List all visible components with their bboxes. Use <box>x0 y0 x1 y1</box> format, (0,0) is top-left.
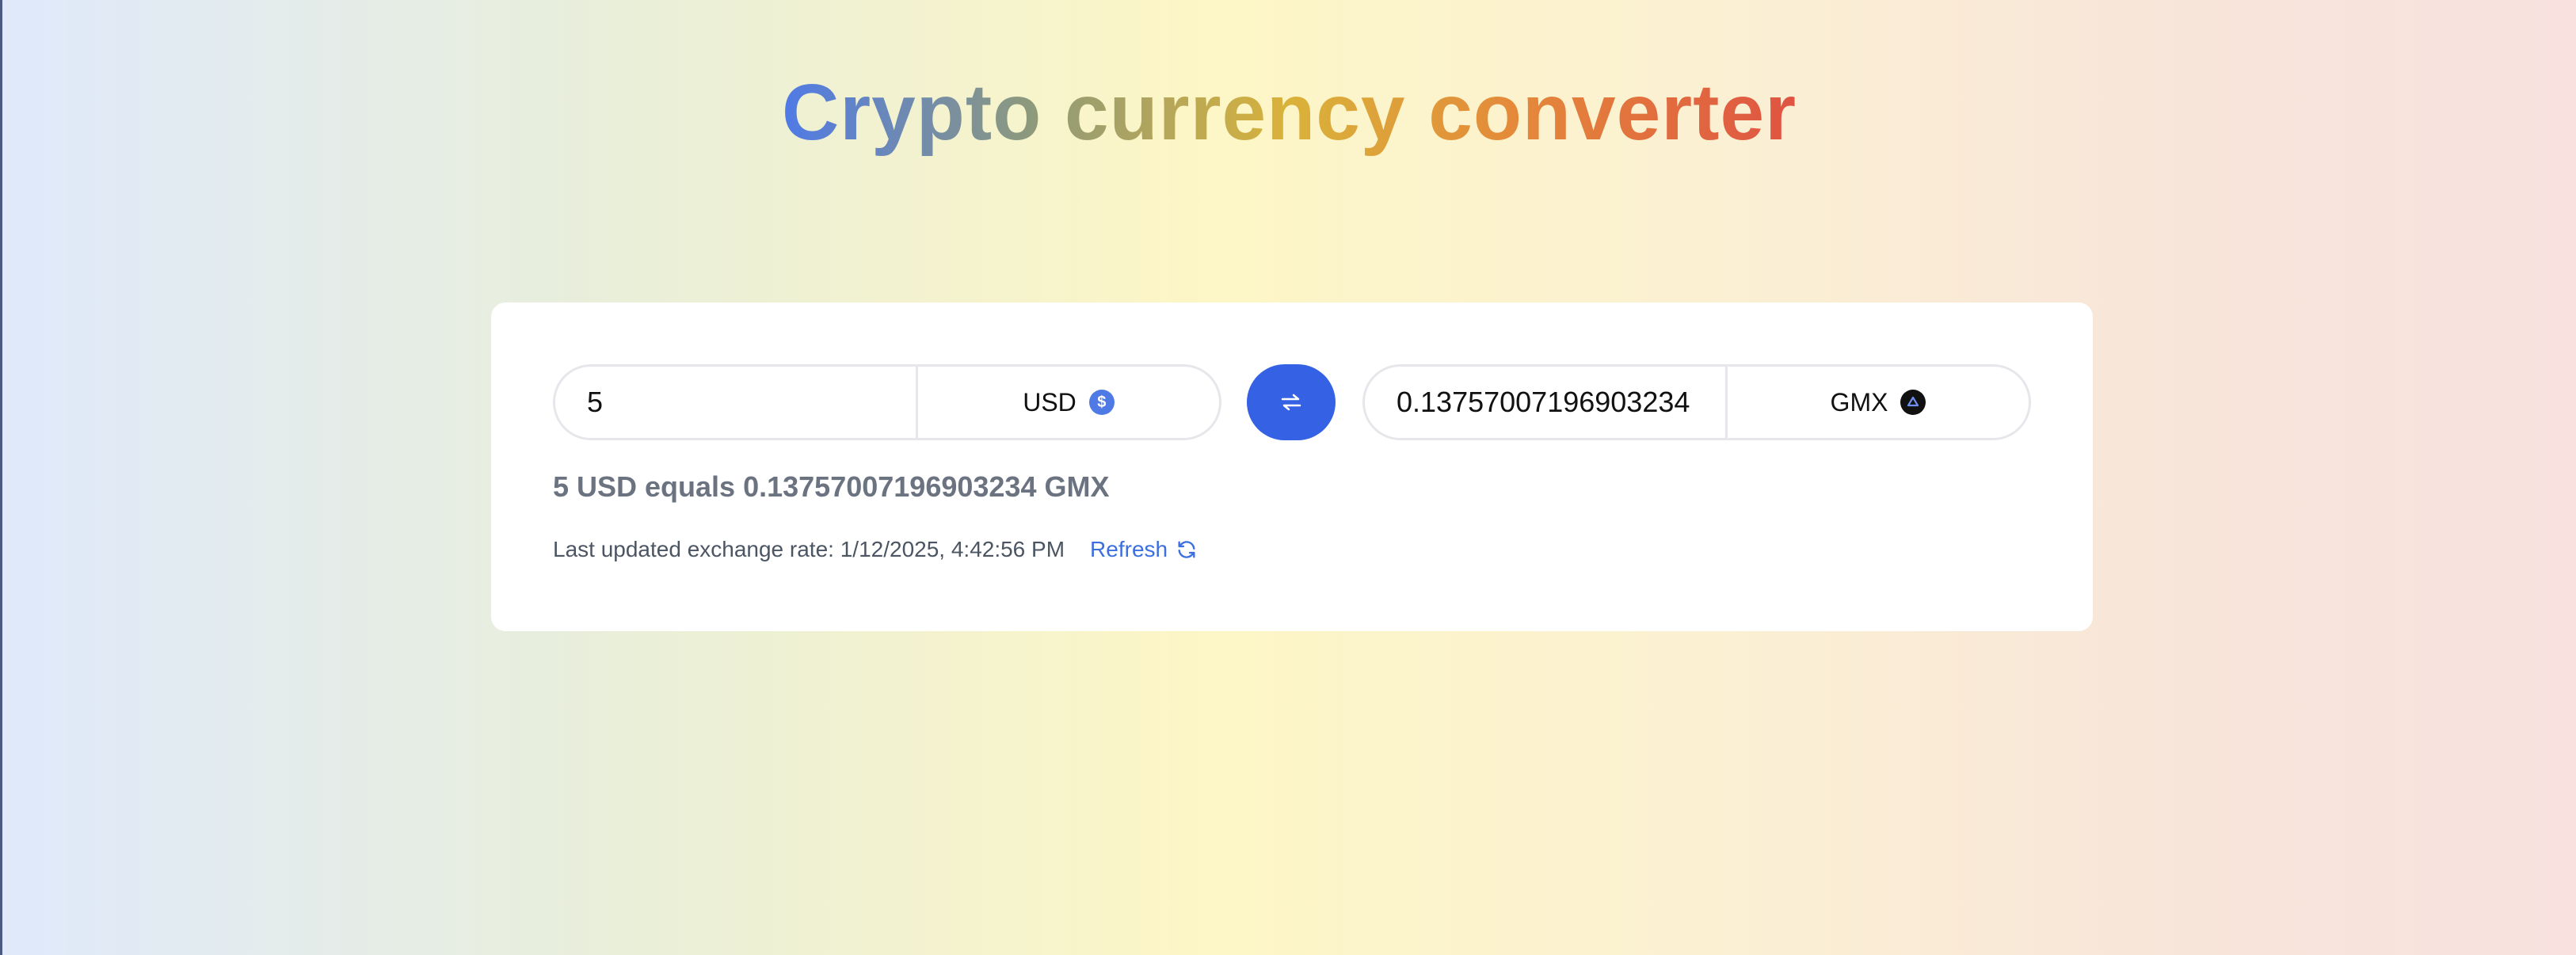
from-field-group: 5 USD $ <box>553 364 1221 440</box>
refresh-link[interactable]: Refresh <box>1090 537 1198 562</box>
page-title: Crypto currency converter <box>2 65 2576 160</box>
conversion-result: 5 USD equals 0.13757007196903234 GMX <box>553 470 1110 503</box>
last-updated-text: Last updated exchange rate: 1/12/2025, 4… <box>553 537 1065 561</box>
from-currency-label: USD <box>1023 387 1077 417</box>
swap-button[interactable] <box>1247 364 1336 440</box>
to-amount-input[interactable]: 0.13757007196903234 <box>1365 367 1728 438</box>
refresh-icon <box>1178 541 1195 558</box>
to-currency-select[interactable]: GMX <box>1728 388 2029 417</box>
to-field-group: 0.13757007196903234 GMX <box>1362 364 2031 440</box>
refresh-label: Refresh <box>1090 537 1168 561</box>
converter-card: 5 USD $ 0.13757007196903234 GMX 5 USD eq… <box>491 302 2093 631</box>
from-amount-input[interactable]: 5 <box>555 367 918 438</box>
to-currency-label: GMX <box>1830 387 1888 417</box>
gmx-coin-icon <box>1900 390 1926 415</box>
from-currency-select[interactable]: USD $ <box>918 388 1219 417</box>
usd-coin-icon: $ <box>1088 390 1115 415</box>
last-updated: Last updated exchange rate: 1/12/2025, 4… <box>553 537 1198 562</box>
page-title-text: Crypto currency converter <box>781 68 1797 157</box>
swap-arrows-icon <box>1281 394 1301 411</box>
